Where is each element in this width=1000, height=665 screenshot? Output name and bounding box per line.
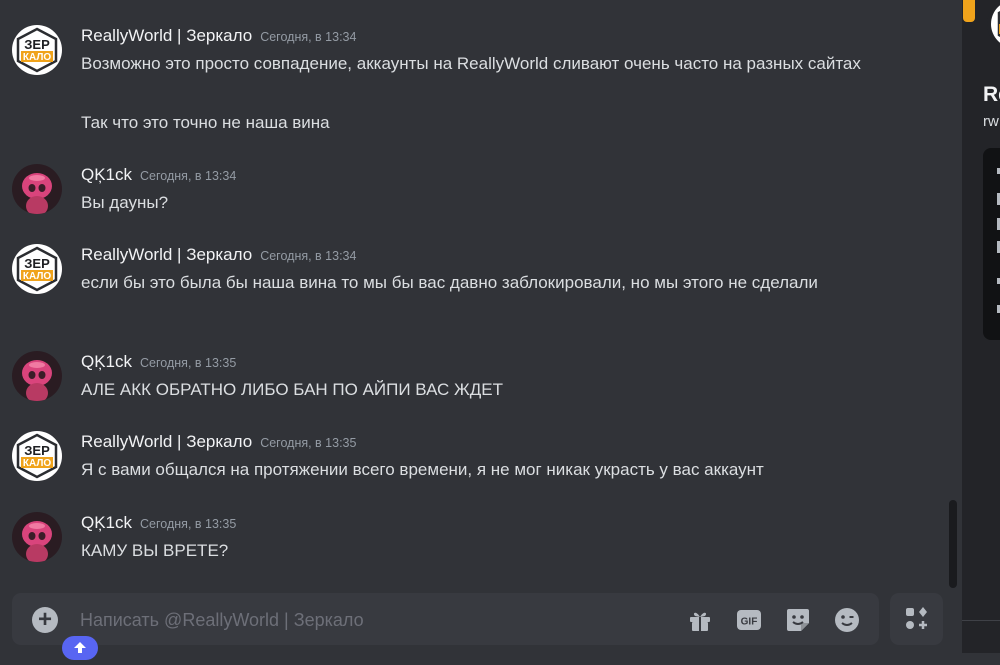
character-avatar-icon xyxy=(12,351,62,401)
zerkalo-logo-icon: ЗЕР КАЛО xyxy=(12,431,62,481)
author-name[interactable]: QĶ1ck xyxy=(81,352,132,371)
sticker-icon[interactable] xyxy=(784,606,812,634)
arrow-up-icon xyxy=(74,642,86,653)
message-header: QĶ1ck Сегодня, в 13:35 xyxy=(81,512,236,535)
avatar[interactable]: ЗЕР КАЛО xyxy=(12,431,62,481)
timestamp: Сегодня, в 13:35 xyxy=(140,517,237,531)
gif-icon[interactable]: GIF xyxy=(735,606,763,634)
author-name[interactable]: ReallyWorld | Зеркало xyxy=(81,245,252,264)
zerkalo-logo-icon: ЗЕР xyxy=(987,0,1000,48)
chat-area: ЗЕР КАЛО ReallyWorld | Зеркало Сегодня, в… xyxy=(0,0,962,653)
message-header: ReallyWorld | Зеркало Сегодня, в 13:34 xyxy=(81,25,356,48)
avatar[interactable]: ЗЕР КАЛО xyxy=(12,244,62,294)
author-name[interactable]: QĶ1ck xyxy=(81,165,132,184)
logo-bottom-text: КАЛО xyxy=(23,458,51,469)
logo-bottom-text: КАЛО xyxy=(23,271,51,282)
message-text: Вы дауны? xyxy=(81,193,169,212)
gif-label: GIF xyxy=(741,617,758,628)
message-header: QĶ1ck Сегодня, в 13:35 xyxy=(81,351,236,374)
message-header: ReallyWorld | Зеркало Сегодня, в 13:34 xyxy=(81,244,356,267)
gift-icon[interactable] xyxy=(686,606,714,634)
logo-top-text: ЗЕР xyxy=(24,37,50,52)
profile-name: Re xyxy=(983,83,1000,106)
message-text: КАМУ ВЫ ВРЕТЕ? xyxy=(81,541,229,560)
message-text: Возможно это просто совпадение, аккаунты… xyxy=(81,54,861,73)
message-text: АЛЕ АКК ОБРАТНО ЛИБО БАН ПО АЙПИ ВАС ЖДЕ… xyxy=(81,380,503,399)
message-text: если бы это была бы наша вина то мы бы в… xyxy=(81,273,818,292)
message-text: Так что это точно не наша вина xyxy=(81,113,330,132)
message-text: Я с вами общался на протяжении всего вре… xyxy=(81,460,764,479)
timestamp: Сегодня, в 13:35 xyxy=(260,436,357,450)
profile-banner xyxy=(963,0,975,22)
divider xyxy=(962,620,1000,621)
apps-icon xyxy=(906,607,927,629)
logo-top-text: ЗЕР xyxy=(24,443,50,458)
message-header: QĶ1ck Сегодня, в 13:34 xyxy=(81,164,236,187)
author-name[interactable]: QĶ1ck xyxy=(81,513,132,532)
logo-top-text: ЗЕР xyxy=(24,256,50,271)
avatar[interactable] xyxy=(12,351,62,401)
timestamp: Сегодня, в 13:34 xyxy=(140,169,237,183)
author-name[interactable]: ReallyWorld | Зеркало xyxy=(81,432,252,451)
zerkalo-logo-icon: ЗЕР КАЛО xyxy=(12,25,62,75)
profile-avatar[interactable]: ЗЕР xyxy=(985,0,1000,54)
timestamp: Сегодня, в 13:34 xyxy=(260,30,357,44)
timestamp: Сегодня, в 13:34 xyxy=(260,249,357,263)
apps-button[interactable] xyxy=(890,593,943,645)
zerkalo-logo-icon: ЗЕР КАЛО xyxy=(12,244,62,294)
logo-bottom-text: КАЛО xyxy=(23,52,51,63)
profile-username: rw xyxy=(983,113,999,130)
message-input[interactable]: Написать @ReallyWorld | Зеркало xyxy=(80,607,364,633)
character-avatar-icon xyxy=(12,512,62,562)
jump-to-present-button[interactable] xyxy=(62,636,98,660)
message-header: ReallyWorld | Зеркало Сегодня, в 13:35 xyxy=(81,431,356,454)
emoji-icon[interactable] xyxy=(833,606,861,634)
avatar[interactable] xyxy=(12,164,62,214)
author-name[interactable]: ReallyWorld | Зеркало xyxy=(81,26,252,45)
character-avatar-icon xyxy=(12,164,62,214)
avatar[interactable] xyxy=(12,512,62,562)
scrollbar-thumb[interactable] xyxy=(949,500,957,588)
avatar[interactable]: ЗЕР КАЛО xyxy=(12,25,62,75)
plus-icon[interactable]: + xyxy=(32,607,58,633)
timestamp: Сегодня, в 13:35 xyxy=(140,356,237,370)
